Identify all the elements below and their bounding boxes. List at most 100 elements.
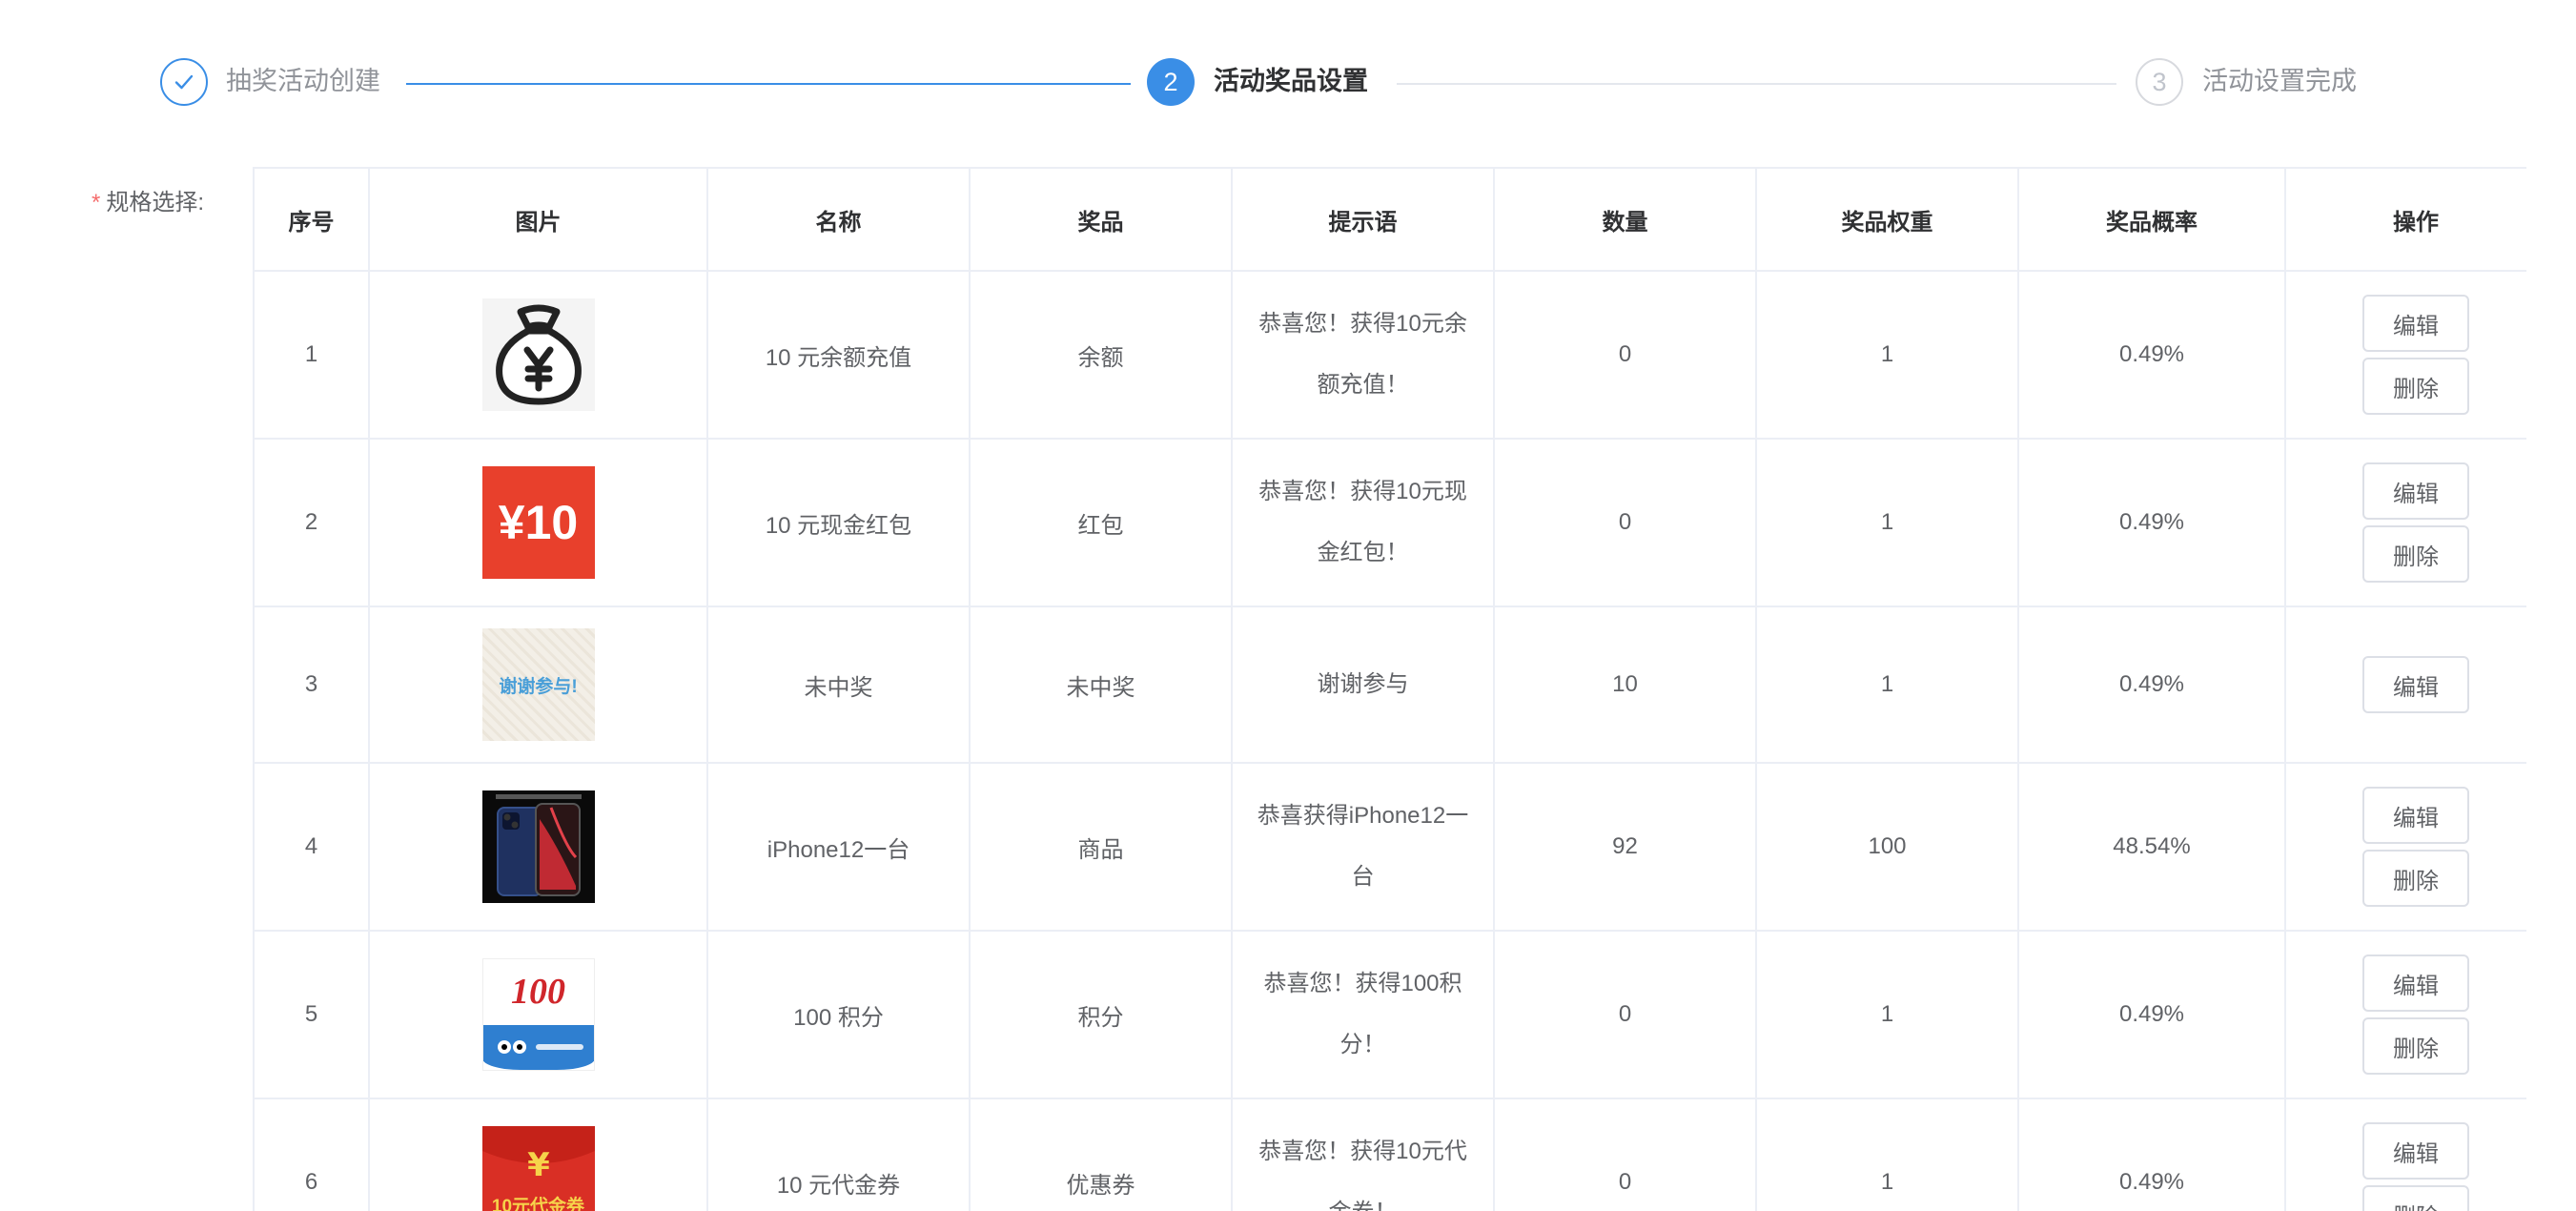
cell-probability: 0.49% xyxy=(2017,438,2286,607)
cell-index: 6 xyxy=(253,1098,370,1211)
step-2-number: 2 xyxy=(1147,58,1195,106)
edit-button[interactable]: 编辑 xyxy=(2362,954,2469,1012)
points-card-icon: 100 xyxy=(481,958,595,1071)
header-image: 图片 xyxy=(368,167,708,272)
spec-select-label-text: 规格选择: xyxy=(106,190,205,216)
cell-probability: 0.49% xyxy=(2017,270,2286,440)
cell-tip: 恭喜您！获得10元现金红包！ xyxy=(1231,438,1495,607)
cell-probability: 0.49% xyxy=(2017,1098,2286,1211)
cell-image: 谢谢参与! xyxy=(368,606,708,764)
cell-index: 4 xyxy=(253,762,370,932)
cell-name: 10 元代金券 xyxy=(706,1098,971,1211)
required-mark: * xyxy=(92,190,101,216)
cell-index: 5 xyxy=(253,930,370,1099)
steps-bar: 抽奖活动创建 2 活动奖品设置 3 活动设置完成 xyxy=(0,0,2576,162)
cell-actions: 编辑 删除 xyxy=(2284,762,2526,932)
cell-name: iPhone12一台 xyxy=(706,762,971,932)
cell-image: ¥ 10元代金券 xyxy=(368,1098,708,1211)
spec-select-label: * 规格选择: xyxy=(92,183,204,216)
cell-quantity: 10 xyxy=(1493,606,1757,764)
cell-prize: 未中奖 xyxy=(969,606,1233,764)
cell-tip: 恭喜您！获得10元余额充值！ xyxy=(1231,270,1495,440)
cell-weight: 1 xyxy=(1755,606,2019,764)
cell-prize: 余额 xyxy=(969,270,1233,440)
edit-button[interactable]: 编辑 xyxy=(2362,787,2469,844)
table-row: 6 ¥ 10元代金券 10 元代金券 优惠券 恭喜您！获得10元代金券！ 0 1… xyxy=(253,1098,2526,1211)
money-bag-yuan-icon xyxy=(481,298,595,411)
cell-weight: 1 xyxy=(1755,270,2019,440)
cell-index: 1 xyxy=(253,270,370,440)
step-1-title: 抽奖活动创建 xyxy=(226,67,380,95)
header-actions: 操作 xyxy=(2284,167,2526,272)
cell-quantity: 0 xyxy=(1493,270,1757,440)
table-row: 3 谢谢参与! 未中奖 未中奖 谢谢参与 10 1 0.49% 编辑 xyxy=(253,606,2526,764)
cell-prize: 红包 xyxy=(969,438,1233,607)
cell-weight: 1 xyxy=(1755,930,2019,1099)
cell-name: 10 元现金红包 xyxy=(706,438,971,607)
header-name: 名称 xyxy=(706,167,971,272)
cell-index: 3 xyxy=(253,606,370,764)
cell-tip: 恭喜您！获得10元代金券！ xyxy=(1231,1098,1495,1211)
red-card-text: ¥10 xyxy=(498,496,579,549)
cell-actions: 编辑 删除 xyxy=(2284,270,2526,440)
thanks-card-icon: 谢谢参与! xyxy=(481,628,595,741)
cell-tip: 恭喜您！获得100积分！ xyxy=(1231,930,1495,1099)
cell-probability: 0.49% xyxy=(2017,606,2286,764)
coupon-text: 10元代金券 xyxy=(491,1196,585,1211)
edit-button[interactable]: 编辑 xyxy=(2362,1122,2469,1180)
cell-name: 未中奖 xyxy=(706,606,971,764)
cell-image: ¥10 xyxy=(368,438,708,607)
cell-quantity: 0 xyxy=(1493,1098,1757,1211)
table-header-row: 序号 图片 名称 奖品 提示语 数量 奖品权重 奖品概率 操作 xyxy=(253,167,2526,272)
cell-actions: 编辑 删除 xyxy=(2284,438,2526,607)
cell-image: 100 xyxy=(368,930,708,1099)
step-1-check-icon xyxy=(160,58,208,106)
table-row: 2 ¥10 10 元现金红包 红包 恭喜您！获得10元现金红包！ 0 1 0.4… xyxy=(253,438,2526,607)
step-2-connector xyxy=(1397,83,2116,85)
cell-quantity: 0 xyxy=(1493,438,1757,607)
edit-button[interactable]: 编辑 xyxy=(2362,656,2469,713)
delete-button[interactable]: 删除 xyxy=(2362,850,2469,907)
cell-probability: 48.54% xyxy=(2017,762,2286,932)
cell-tip: 谢谢参与 xyxy=(1231,606,1495,764)
header-index: 序号 xyxy=(253,167,370,272)
cell-prize: 积分 xyxy=(969,930,1233,1099)
cell-actions: 编辑 删除 xyxy=(2284,1098,2526,1211)
cell-weight: 100 xyxy=(1755,762,2019,932)
header-probability: 奖品概率 xyxy=(2017,167,2286,272)
cell-prize: 优惠券 xyxy=(969,1098,1233,1211)
cell-weight: 1 xyxy=(1755,1098,2019,1211)
delete-button[interactable]: 删除 xyxy=(2362,525,2469,583)
header-weight: 奖品权重 xyxy=(1755,167,2019,272)
cell-name: 100 积分 xyxy=(706,930,971,1099)
step-3-number: 3 xyxy=(2136,58,2183,106)
cell-actions: 编辑 xyxy=(2284,606,2526,764)
edit-button[interactable]: 编辑 xyxy=(2362,295,2469,352)
step-1-connector xyxy=(406,83,1131,85)
delete-button[interactable]: 删除 xyxy=(2362,358,2469,415)
edit-button[interactable]: 编辑 xyxy=(2362,462,2469,520)
red-envelope-coupon-icon: ¥ 10元代金券 xyxy=(481,1126,595,1211)
step-3-title: 活动设置完成 xyxy=(2202,67,2357,95)
iphone-photo-icon xyxy=(481,790,595,903)
delete-button[interactable]: 删除 xyxy=(2362,1017,2469,1075)
table-row: 1 10 元余额充值 余额 恭喜您！获得10元余额充值！ 0 1 0.49% 编… xyxy=(253,270,2526,440)
svg-text:¥: ¥ xyxy=(527,1146,550,1184)
cell-tip: 恭喜获得iPhone12一台 xyxy=(1231,762,1495,932)
cell-quantity: 92 xyxy=(1493,762,1757,932)
cell-actions: 编辑 删除 xyxy=(2284,930,2526,1099)
delete-button[interactable]: 删除 xyxy=(2362,1185,2469,1211)
prize-table: 序号 图片 名称 奖品 提示语 数量 奖品权重 奖品概率 操作 1 10 元余额… xyxy=(253,167,2526,1211)
step-2-title: 活动奖品设置 xyxy=(1214,67,1368,95)
thanks-card-text: 谢谢参与! xyxy=(499,676,578,697)
header-prize: 奖品 xyxy=(969,167,1233,272)
cell-weight: 1 xyxy=(1755,438,2019,607)
table-row: 5 100 100 积分 积分 恭喜您！获得100积分！ 0 1 0.49% 编… xyxy=(253,930,2526,1099)
prize-table-wrapper: 序号 图片 名称 奖品 提示语 数量 奖品权重 奖品概率 操作 1 10 元余额… xyxy=(253,167,2526,1211)
red-yuan-10-card-icon: ¥10 xyxy=(481,466,595,579)
cell-quantity: 0 xyxy=(1493,930,1757,1099)
cell-image xyxy=(368,762,708,932)
table-row: 4 iPhone12一台 商品 恭喜获得iPhone12一台 92 100 48… xyxy=(253,762,2526,932)
points-card-text: 100 xyxy=(511,972,565,1013)
cell-prize: 商品 xyxy=(969,762,1233,932)
